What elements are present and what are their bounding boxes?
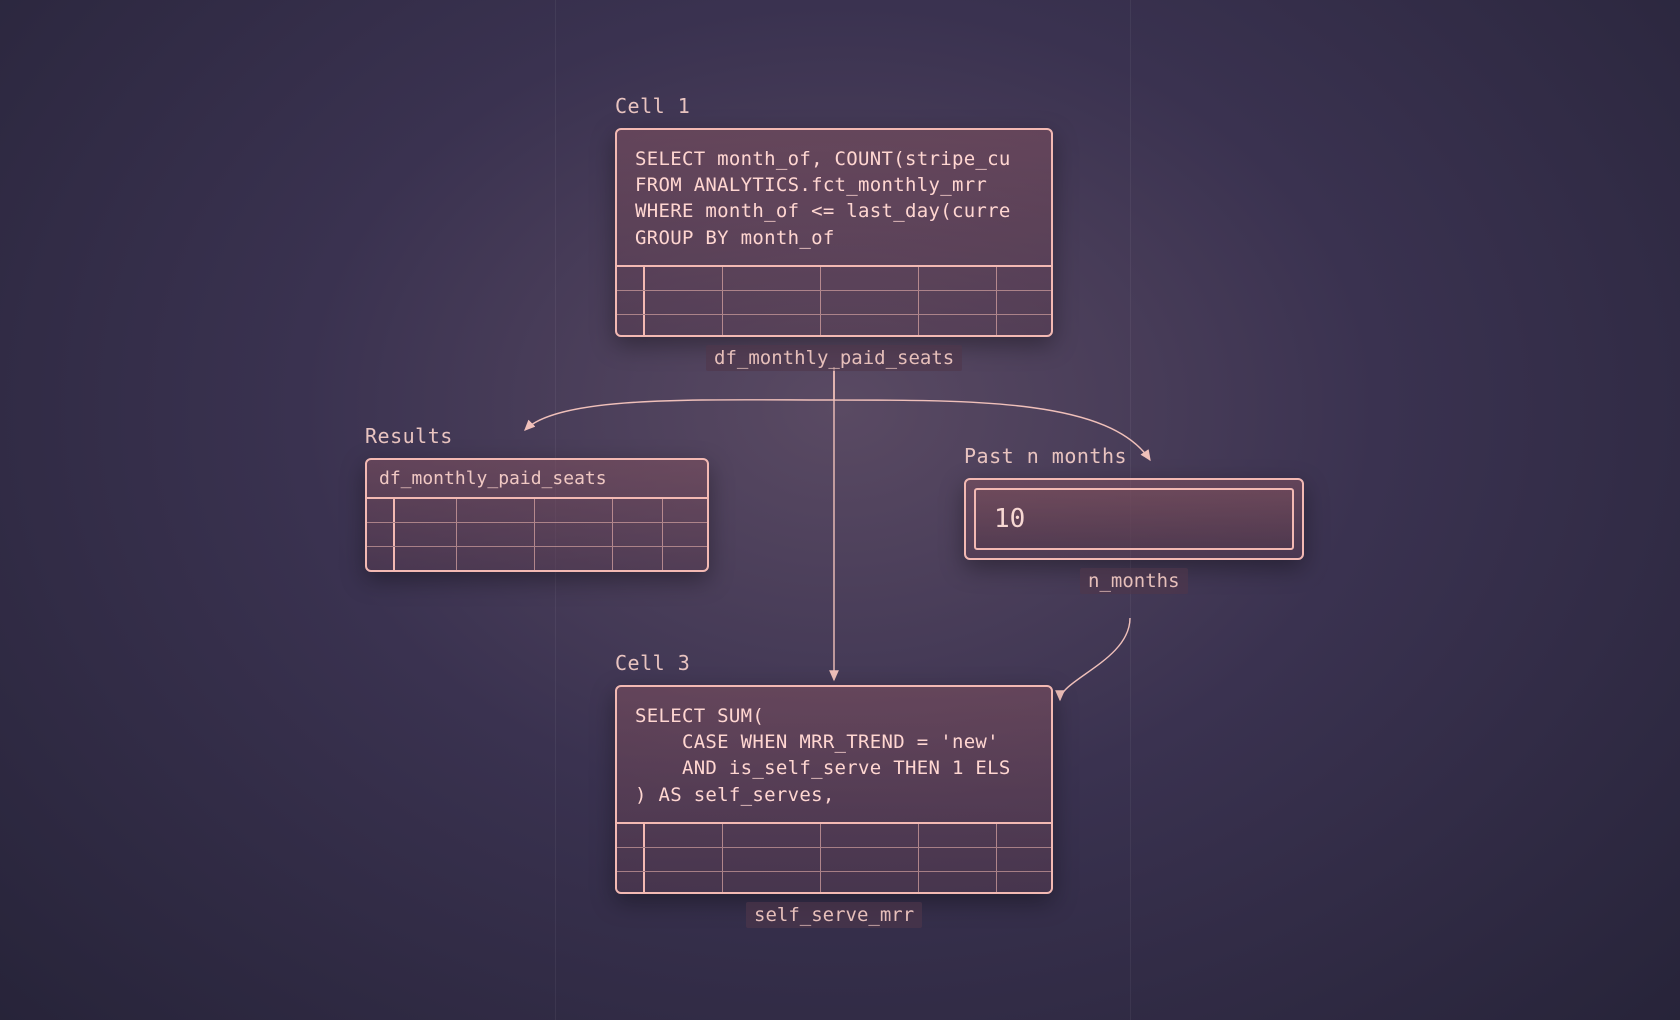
cell3-node[interactable]: Cell 3 SELECT SUM( CASE WHEN MRR_TREND =… bbox=[615, 651, 690, 685]
cell1-panel[interactable]: SELECT month_of, COUNT(stripe_cu FROM AN… bbox=[615, 128, 1053, 337]
nmonths-node[interactable]: Past n months 10 bbox=[964, 444, 1127, 478]
cell1-output-table bbox=[617, 265, 1051, 335]
cell1-output-var: df_monthly_paid_seats bbox=[706, 345, 962, 371]
cell3-panel[interactable]: SELECT SUM( CASE WHEN MRR_TREND = 'new' … bbox=[615, 685, 1053, 894]
cell3-title: Cell 3 bbox=[615, 651, 690, 675]
results-table bbox=[367, 499, 707, 570]
results-header: df_monthly_paid_seats bbox=[367, 460, 707, 499]
nmonths-input[interactable]: 10 bbox=[974, 488, 1294, 550]
results-node[interactable]: Results df_monthly_paid_seats bbox=[365, 424, 453, 458]
cell3-output-var: self_serve_mrr bbox=[746, 902, 922, 928]
cell3-output-table bbox=[617, 822, 1051, 892]
cell1-node[interactable]: Cell 1 SELECT month_of, COUNT(stripe_cu … bbox=[615, 94, 690, 128]
cell3-code[interactable]: SELECT SUM( CASE WHEN MRR_TREND = 'new' … bbox=[617, 687, 1051, 822]
nmonths-panel[interactable]: 10 bbox=[964, 478, 1304, 560]
nmonths-output-var: n_months bbox=[1080, 568, 1188, 594]
results-panel[interactable]: df_monthly_paid_seats bbox=[365, 458, 709, 572]
results-title: Results bbox=[365, 424, 453, 448]
nmonths-title: Past n months bbox=[964, 444, 1127, 468]
cell1-code[interactable]: SELECT month_of, COUNT(stripe_cu FROM AN… bbox=[617, 130, 1051, 265]
cell1-title: Cell 1 bbox=[615, 94, 690, 118]
